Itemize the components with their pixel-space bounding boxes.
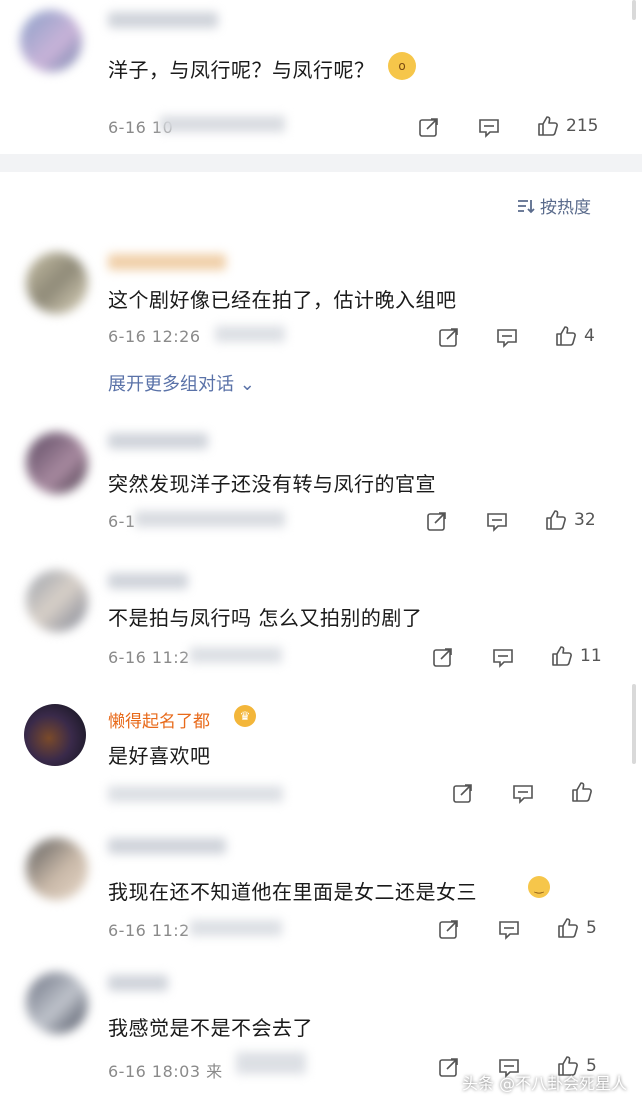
username-redacted	[108, 573, 188, 589]
username-redacted	[108, 433, 208, 449]
username-redacted	[108, 838, 226, 854]
comment-date: 6-16 18:03 来	[108, 1062, 223, 1081]
thumbs-up-icon	[556, 326, 576, 346]
comment-text: 这个剧好像已经在拍了，估计晚入组吧	[108, 288, 457, 312]
like-count: 4	[584, 326, 595, 346]
like-button[interactable]: 32	[544, 508, 596, 532]
crown-badge-icon: ♛	[234, 705, 256, 727]
comment-text: 不是拍与凤行吗 怎么又拍别的剧了	[108, 606, 423, 630]
laughing-emoji-icon: ‿	[528, 876, 550, 898]
avatar[interactable]	[26, 432, 88, 494]
shocked-emoji-icon: o	[388, 52, 416, 80]
comment-text: 突然发现洋子还没有转与凤行的官宣	[108, 472, 436, 496]
share-icon	[427, 512, 446, 531]
comment-text: 是好喜欢吧	[108, 744, 211, 768]
sort-by-heat-button[interactable]: 按热度	[516, 193, 591, 218]
comment-button[interactable]	[478, 116, 500, 138]
comment-icon	[493, 649, 513, 668]
comment-icon	[479, 119, 499, 138]
comment-icon	[487, 513, 507, 532]
source-redacted	[135, 511, 285, 527]
share-icon	[453, 784, 472, 803]
share-button[interactable]	[438, 1056, 460, 1078]
watermark: 头条 @不八卦会死星人	[462, 1074, 628, 1093]
share-icon	[439, 920, 458, 939]
comment-button[interactable]	[512, 782, 534, 804]
date-redacted	[108, 786, 283, 802]
like-count: 32	[574, 510, 596, 530]
avatar[interactable]	[26, 252, 88, 314]
share-button[interactable]	[426, 510, 448, 532]
avatar[interactable]	[26, 972, 88, 1034]
comment-date: 6-16 11:2	[108, 921, 190, 940]
source-redacted	[190, 920, 282, 936]
source-redacted	[236, 1052, 306, 1074]
comment-date: 6-16 12:26	[108, 327, 201, 346]
like-button[interactable]	[570, 780, 594, 804]
like-button[interactable]: 5	[556, 916, 597, 940]
source-redacted	[190, 647, 282, 663]
source-redacted	[160, 116, 285, 132]
comment-icon	[513, 785, 533, 804]
avatar[interactable]	[26, 838, 88, 900]
section-divider	[0, 154, 642, 172]
like-button[interactable]: 215	[536, 114, 598, 138]
chevron-down-icon: ⌄	[234, 374, 255, 395]
comment-text: 我感觉是不是不会去了	[108, 1016, 313, 1040]
source-redacted	[215, 326, 285, 342]
share-icon	[433, 648, 452, 667]
comment-icon	[499, 921, 519, 940]
like-button[interactable]: 11	[550, 644, 602, 668]
share-button[interactable]	[438, 918, 460, 940]
avatar[interactable]	[26, 570, 88, 632]
comment-text: 我现在还不知道他在里面是女二还是女三	[108, 880, 477, 904]
username[interactable]: 懒得起名了都	[108, 707, 210, 732]
comment-button[interactable]	[486, 510, 508, 532]
username-redacted	[108, 254, 226, 270]
comment-button[interactable]	[496, 326, 518, 348]
comment-page: { "top_comment": { "text": "洋子，与凤行呢？与凤行呢…	[0, 0, 642, 1102]
thumbs-up-icon	[572, 782, 592, 802]
comment-button[interactable]	[492, 646, 514, 668]
like-count: 215	[566, 116, 599, 136]
comment-date: 6-16 11:2	[108, 648, 190, 667]
comment-text: 洋子，与凤行呢？与凤行呢？	[108, 58, 375, 82]
share-button[interactable]	[438, 326, 460, 348]
scrollbar-thumb[interactable]	[632, 684, 636, 764]
like-button[interactable]: 4	[554, 324, 595, 348]
sort-label: 按热度	[540, 198, 591, 218]
thumbs-up-icon	[552, 646, 572, 666]
sort-icon	[518, 199, 535, 213]
share-button[interactable]	[432, 646, 454, 668]
avatar[interactable]	[20, 10, 82, 72]
avatar[interactable]	[24, 704, 86, 766]
comment-date: 6-1	[108, 512, 136, 531]
share-button[interactable]	[452, 782, 474, 804]
scrollbar-top[interactable]	[632, 0, 636, 20]
username-redacted	[108, 975, 168, 991]
thumbs-up-icon	[546, 510, 566, 530]
share-icon	[439, 1058, 458, 1077]
expand-thread-link[interactable]: 展开更多组对话 ⌄	[108, 370, 255, 396]
username-redacted	[108, 12, 218, 28]
comment-icon	[497, 329, 517, 348]
expand-thread-label: 展开更多组对话	[108, 374, 234, 395]
thumbs-up-icon	[538, 116, 558, 136]
thumbs-up-icon	[558, 918, 578, 938]
like-count: 11	[580, 646, 602, 666]
comment-button[interactable]	[498, 918, 520, 940]
share-icon	[439, 328, 458, 347]
like-count: 5	[586, 918, 597, 938]
share-icon	[419, 118, 438, 137]
share-button[interactable]	[418, 116, 440, 138]
